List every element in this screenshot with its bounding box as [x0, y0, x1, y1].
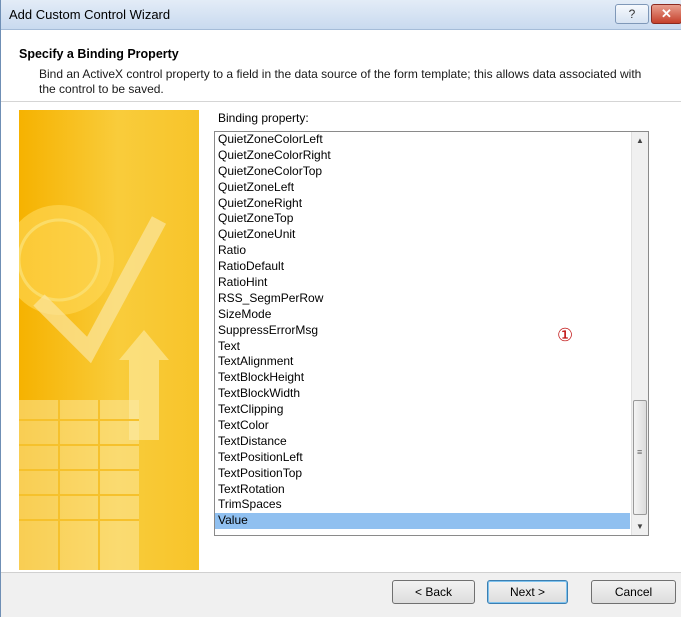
title-bar: Add Custom Control Wizard ? ✕ [1, 0, 681, 30]
list-item[interactable]: TextClipping [215, 402, 630, 418]
list-item[interactable]: TextAlignment [215, 354, 630, 370]
list-item[interactable]: RatioDefault [215, 259, 630, 275]
back-button[interactable]: < Back [392, 580, 475, 604]
page-title: Specify a Binding Property [19, 47, 179, 61]
list-item[interactable]: Value [215, 513, 630, 530]
callout-marker: ① [557, 325, 574, 345]
close-button[interactable]: ✕ [651, 4, 681, 24]
binding-property-listbox[interactable]: QuietZoneColorLeft QuietZoneColorRight Qui… [214, 131, 649, 536]
wizard-footer [1, 572, 681, 617]
window-title: Add Custom Control Wizard [9, 7, 171, 22]
list-item[interactable]: QuietZoneRight [215, 196, 630, 212]
listbox-scrollbar[interactable]: ▲ ≡ ▼ [631, 132, 648, 535]
help-button[interactable]: ? [615, 4, 649, 24]
list-item[interactable]: TextRotation [215, 482, 630, 498]
list-item[interactable]: TextBlockWidth [215, 386, 630, 402]
list-item[interactable]: RSS_SegmPerRow [215, 291, 630, 307]
list-item[interactable]: QuietZoneColorRight [215, 148, 630, 164]
list-item[interactable]: TextPositionTop [215, 466, 630, 482]
list-item[interactable]: TextColor [215, 418, 630, 434]
list-item[interactable]: SizeMode [215, 307, 630, 323]
wizard-banner-image [19, 110, 199, 570]
banner-graphic-icon [19, 205, 169, 570]
list-item[interactable]: TrimSpaces [215, 497, 630, 513]
cancel-button[interactable]: Cancel [591, 580, 676, 604]
list-item[interactable]: RatioHint [215, 275, 630, 291]
list-item[interactable]: QuietZoneTop [215, 211, 630, 227]
binding-property-label: Binding property: [218, 111, 309, 125]
scroll-up-arrow-icon[interactable]: ▲ [632, 132, 648, 149]
list-item[interactable]: TextPositionLeft [215, 450, 630, 466]
scroll-down-arrow-icon[interactable]: ▼ [632, 518, 648, 535]
list-item[interactable]: QuietZoneColorTop [215, 164, 630, 180]
list-item[interactable]: TextDistance [215, 434, 630, 450]
wizard-window: Add Custom Control Wizard ? ✕ Specify a … [0, 0, 681, 617]
list-item[interactable]: TextBlockHeight [215, 370, 630, 386]
list-item[interactable]: QuietZoneLeft [215, 180, 630, 196]
grip-icon: ≡ [637, 447, 643, 457]
list-item[interactable]: Ratio [215, 243, 630, 259]
list-item[interactable]: QuietZoneUnit [215, 227, 630, 243]
scroll-thumb[interactable]: ≡ [633, 400, 647, 515]
wizard-header: Specify a Binding Property Bind an Activ… [1, 30, 681, 102]
page-description: Bind an ActiveX control property to a fi… [39, 67, 642, 96]
list-item[interactable]: QuietZoneColorLeft [215, 132, 630, 148]
next-button[interactable]: Next > [487, 580, 568, 604]
